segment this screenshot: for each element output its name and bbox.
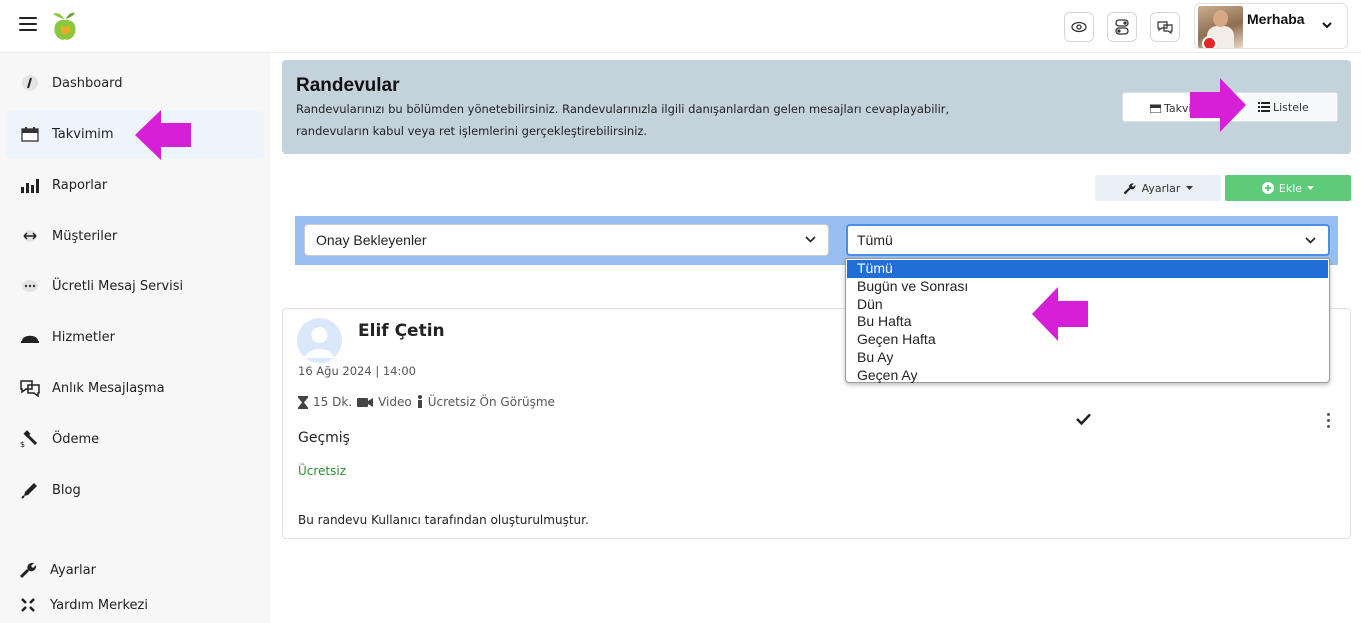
app-logo[interactable]: [51, 10, 79, 42]
period-option[interactable]: Tümü: [847, 260, 1328, 278]
wrench-icon: [1123, 182, 1135, 194]
caret-down-icon: [1186, 186, 1194, 190]
page-title: Randevular: [296, 75, 400, 96]
sidebar-item-raporlar[interactable]: Raporlar: [5, 161, 264, 209]
appointment-meta: 15 Dk. Video Ücretsiz Ön Görüşme: [298, 395, 555, 409]
toggle-settings-button[interactable]: [1107, 12, 1137, 42]
payment-icon: $: [19, 428, 41, 450]
sidebar-item-label: Anlık Mesajlaşma: [52, 380, 165, 396]
more-options-icon[interactable]: [1323, 413, 1333, 433]
chevron-down-icon: [805, 236, 816, 243]
arrows-horizontal-icon: [19, 225, 41, 247]
hourglass-icon: [298, 395, 308, 409]
period-filter-select[interactable]: Tümü: [846, 224, 1330, 256]
annotation-arrow-icon: [1190, 78, 1246, 132]
add-button[interactable]: Ekle: [1225, 175, 1351, 201]
dome-icon: [19, 326, 41, 348]
info-icon: [417, 395, 422, 408]
appointment-datetime: 16 Ağu 2024 | 14:00: [298, 364, 416, 378]
appointment-type: Ücretsiz Ön Görüşme: [427, 395, 555, 409]
list-icon: [1258, 102, 1270, 112]
appointment-duration: 15 Dk.: [313, 395, 353, 409]
top-bar: Merhaba: [0, 0, 1361, 53]
annotation-arrow-icon: [1032, 287, 1088, 341]
bar-chart-icon: [19, 174, 41, 196]
gauge-icon: [19, 72, 41, 94]
sidebar-item-label: Yardım Merkezi: [50, 597, 148, 613]
sidebar-item-label: Ücretli Mesaj Servisi: [52, 278, 184, 294]
status-dot: [1202, 36, 1217, 48]
chat-dots-icon: [19, 275, 41, 297]
video-camera-icon: [357, 397, 374, 407]
chat-bubbles-icon: [1157, 21, 1173, 34]
pen-icon: [19, 479, 41, 501]
appointment-note: Bu randevu Kullanıcı tarafından oluşturu…: [298, 513, 589, 527]
chevron-down-icon: [1305, 237, 1316, 244]
sidebar-item-label: Ödeme: [52, 431, 100, 447]
eye-icon: [1071, 21, 1087, 33]
sidebar-item-label: Dashboard: [52, 75, 123, 91]
user-greeting: Merhaba: [1247, 11, 1305, 27]
sidebar-item-musteriler[interactable]: Müşteriler: [5, 212, 264, 260]
view-list-button[interactable]: Listele: [1241, 93, 1337, 121]
status-filter-select[interactable]: Onay Bekleyenler: [304, 224, 829, 256]
appointment-status: Geçmiş: [298, 430, 350, 446]
plus-circle-icon: [1261, 182, 1274, 194]
sidebar-item-label: Müşteriler: [52, 228, 118, 244]
sidebar-item-ayarlar[interactable]: Ayarlar: [0, 555, 260, 585]
period-filter-value: Tümü: [857, 232, 893, 248]
sidebar-item-label: Raporlar: [52, 177, 108, 193]
sidebar-item-label: Takvimim: [52, 126, 114, 142]
sidebar-item-label: Hizmetler: [52, 329, 115, 345]
sidebar-item-yardim-merkezi[interactable]: Yardım Merkezi: [0, 590, 260, 620]
view-list-label: Listele: [1273, 100, 1309, 114]
appointment-price: Ücretsiz: [298, 464, 347, 478]
menu-icon[interactable]: [19, 17, 37, 32]
settings-label: Ayarlar: [1141, 181, 1181, 195]
annotation-arrow-icon: [135, 110, 191, 160]
toggles-icon: [1115, 19, 1129, 35]
sidebar-item-ucretli-mesaj-servisi[interactable]: Ücretli Mesaj Servisi: [5, 262, 264, 310]
sidebar-item-odeme[interactable]: $ Ödeme: [5, 415, 264, 463]
help-arrows-icon: [17, 594, 39, 616]
period-option[interactable]: Geçen Ay: [846, 367, 1329, 385]
avatar: [1198, 6, 1243, 48]
chat-bubbles-icon: [19, 377, 41, 399]
preview-eye-button[interactable]: [1064, 12, 1094, 42]
calendar-icon: [1150, 104, 1161, 113]
period-option[interactable]: Bu Ay: [846, 349, 1329, 367]
user-menu[interactable]: Merhaba: [1194, 3, 1348, 49]
sidebar-item-anlik-mesajlasma[interactable]: Anlık Mesajlaşma: [5, 364, 264, 412]
settings-button[interactable]: Ayarlar: [1095, 175, 1221, 201]
client-avatar: [297, 318, 342, 363]
sidebar-item-dashboard[interactable]: Dashboard: [5, 59, 264, 107]
sidebar-item-blog[interactable]: Blog: [5, 466, 264, 514]
checkmark-icon[interactable]: [1076, 413, 1091, 425]
page-description: Randevularınızı bu bölümden yönetebilirs…: [296, 102, 950, 138]
calendar-icon: [19, 123, 41, 145]
add-label: Ekle: [1278, 181, 1303, 195]
sidebar-item-label: Blog: [52, 482, 81, 498]
sidebar-item-hizmetler[interactable]: Hizmetler: [5, 313, 264, 361]
client-name: Elif Çetin: [358, 321, 445, 341]
caret-down-icon: [1307, 186, 1315, 190]
messages-button[interactable]: [1150, 12, 1180, 42]
status-filter-value: Onay Bekleyenler: [316, 232, 427, 248]
sidebar-item-label: Ayarlar: [50, 562, 96, 578]
wrench-icon: [17, 559, 39, 581]
appointment-channel: Video: [378, 395, 412, 409]
svg-text:$: $: [20, 440, 25, 448]
chevron-down-icon: [1322, 22, 1332, 29]
